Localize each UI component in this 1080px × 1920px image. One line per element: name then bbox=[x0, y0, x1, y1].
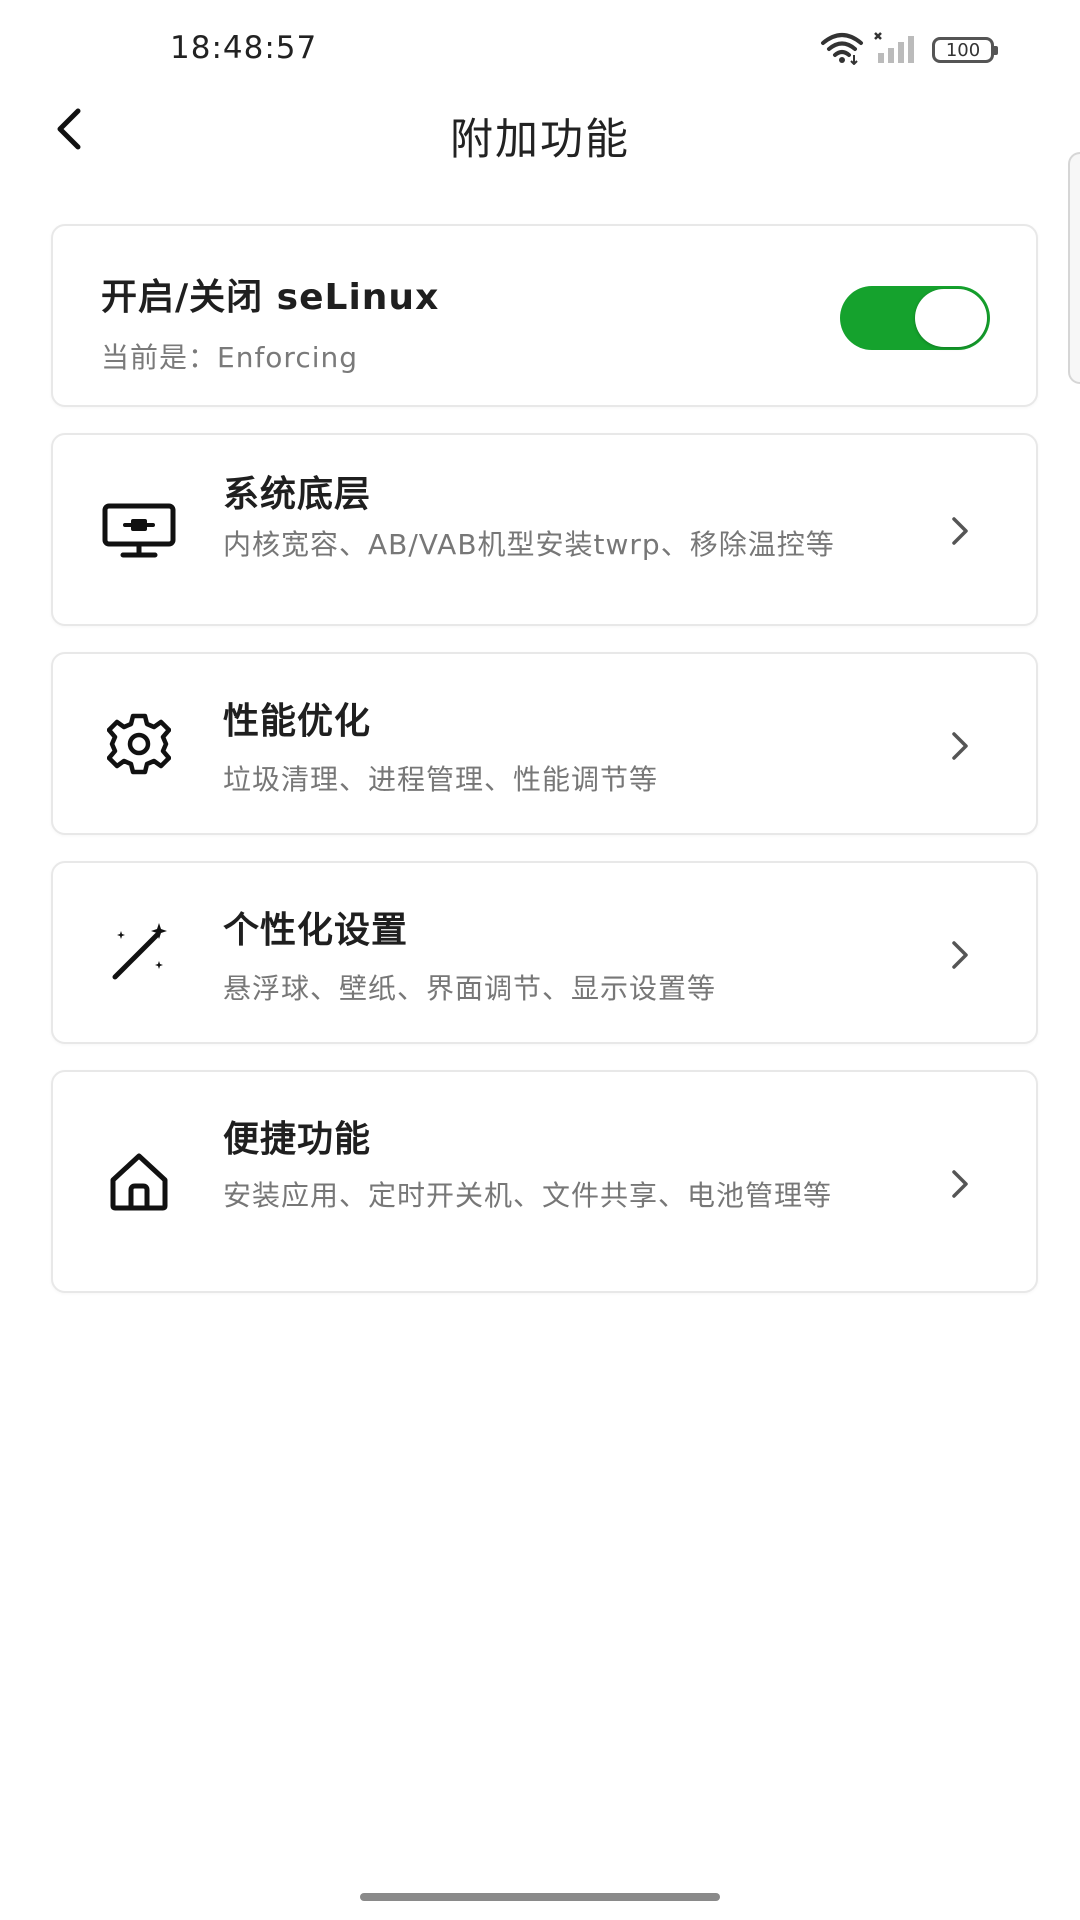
quick-functions-card[interactable]: 便捷功能 安装应用、定时开关机、文件共享、电池管理等 bbox=[51, 1070, 1038, 1293]
page-title: 附加功能 bbox=[450, 115, 630, 165]
performance-card[interactable]: 性能优化 垃圾清理、进程管理、性能调节等 bbox=[51, 652, 1038, 835]
card-title-personalization: 个性化设置 bbox=[223, 910, 409, 951]
home-icon bbox=[99, 1142, 179, 1222]
gear-icon bbox=[99, 704, 179, 784]
header: 附加功能 bbox=[0, 95, 1080, 175]
card-title-system: 系统底层 bbox=[223, 474, 372, 515]
app-screen: 18:48:57 100 附加功能 开启/关闭 seLinux 当前是：Enfo… bbox=[0, 0, 1080, 1920]
status-bar: 18:48:57 100 bbox=[0, 0, 1080, 100]
selinux-title: 开启/关闭 seLinux bbox=[101, 277, 440, 318]
chevron-right-icon bbox=[946, 1164, 974, 1204]
status-time: 18:48:57 bbox=[170, 30, 318, 66]
card-desc-system: 内核宽容、AB/VAB机型安装twrp、移除温控等 bbox=[223, 528, 835, 561]
card-title-performance: 性能优化 bbox=[223, 701, 372, 742]
magic-wand-icon bbox=[99, 913, 179, 993]
toggle-knob bbox=[915, 289, 987, 347]
edge-scroll-handle[interactable] bbox=[1068, 152, 1080, 384]
card-title-quick: 便捷功能 bbox=[223, 1119, 372, 1160]
card-desc-performance: 垃圾清理、进程管理、性能调节等 bbox=[223, 763, 659, 796]
selinux-card: 开启/关闭 seLinux 当前是：Enforcing bbox=[51, 224, 1038, 407]
home-indicator[interactable] bbox=[360, 1893, 720, 1901]
chevron-right-icon bbox=[946, 726, 974, 766]
card-desc-personalization: 悬浮球、壁纸、界面调节、显示设置等 bbox=[223, 972, 717, 1005]
system-low-level-card[interactable]: 系统底层 内核宽容、AB/VAB机型安装twrp、移除温控等 bbox=[51, 433, 1038, 626]
battery-level: 100 bbox=[945, 39, 981, 61]
status-icons: 100 bbox=[820, 30, 998, 70]
battery-indicator: 100 bbox=[932, 37, 998, 63]
wifi-icon bbox=[820, 31, 864, 69]
card-desc-quick: 安装应用、定时开关机、文件共享、电池管理等 bbox=[223, 1179, 833, 1212]
signal-icon bbox=[872, 31, 918, 69]
personalization-card[interactable]: 个性化设置 悬浮球、壁纸、界面调节、显示设置等 bbox=[51, 861, 1038, 1044]
selinux-toggle[interactable] bbox=[840, 286, 990, 350]
monitor-icon bbox=[99, 491, 179, 571]
selinux-status: 当前是：Enforcing bbox=[101, 341, 359, 374]
chevron-right-icon bbox=[946, 935, 974, 975]
chevron-right-icon bbox=[946, 511, 974, 551]
